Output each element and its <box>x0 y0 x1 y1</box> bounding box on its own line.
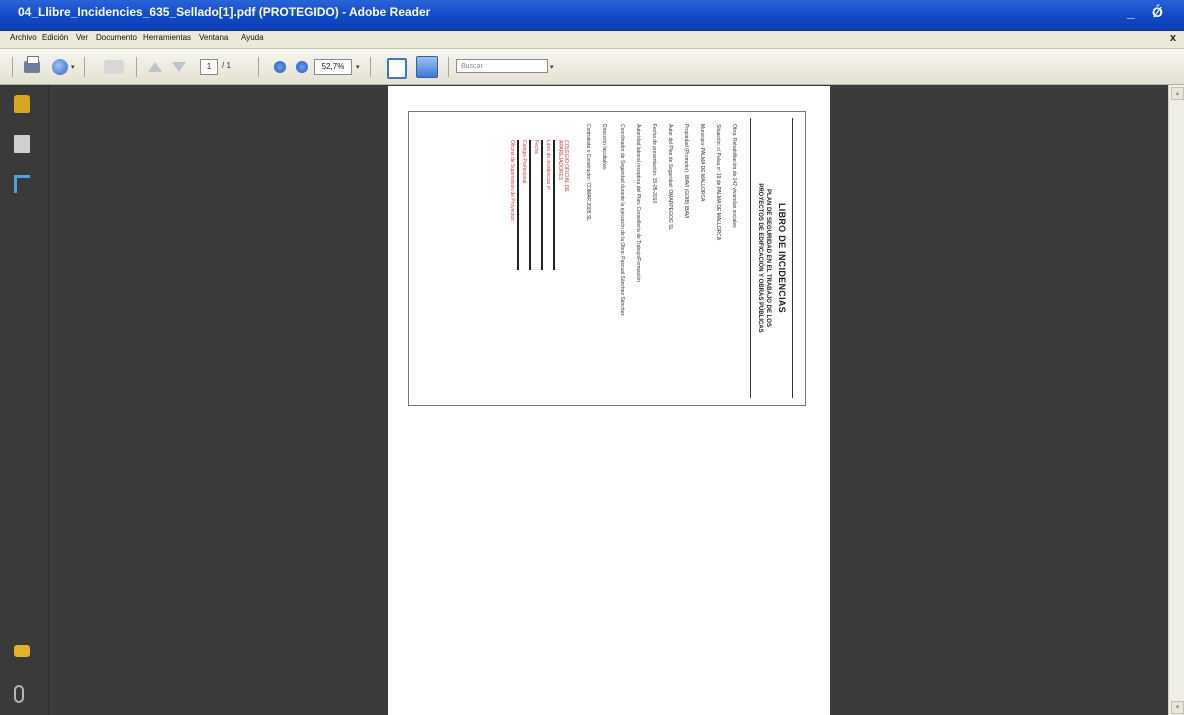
line-propiedad: Propiedad (Promotor): IBAVI (GOIB) IBAVI <box>683 124 689 219</box>
toolbar: ▾ 1 / 1 52,7% ▾ Buscar ▾ <box>0 49 1184 85</box>
navigation-sidebar <box>0 85 49 715</box>
lock-icon[interactable] <box>14 95 30 113</box>
stamp-line: Oficina de Supervisión de Proyectos <box>509 140 515 221</box>
attachments-icon[interactable] <box>14 685 24 703</box>
stamp-line: Libro de incidencias nº <box>545 140 551 191</box>
bookmarks-icon[interactable] <box>14 175 30 193</box>
zoom-in-icon[interactable] <box>296 61 308 73</box>
menu-archivo[interactable]: Archivo <box>10 33 37 42</box>
toolbar-separator <box>84 57 85 77</box>
line-obra: Obra: Rehabilitación de 142 viviendas so… <box>731 124 737 228</box>
menu-ventana[interactable]: Ventana <box>199 33 228 42</box>
title-bar: 04_Llibre_Incidencies_635_Sellado[1].pdf… <box>0 0 1184 31</box>
page-number-input[interactable]: 1 <box>200 59 218 75</box>
bottom-rule <box>750 118 751 398</box>
page-total-label: / 1 <box>222 61 231 70</box>
toolbar-separator <box>448 57 449 77</box>
rotated-document-text: LIBRO DE INCIDENCIAS PLAN DE SEGURIDAD E… <box>417 118 797 398</box>
stamp-line: APAREJADORES <box>557 140 563 181</box>
menu-ver[interactable]: Ver <box>76 33 88 42</box>
scroll-up-button[interactable]: ▴ <box>1171 87 1184 100</box>
stamp-line: COLEGIO OFICIAL DE <box>563 140 569 192</box>
stamp-rule <box>541 140 543 270</box>
line-situacion: Situación: c/ Palau nº 19 de PALMA DE MA… <box>715 124 721 241</box>
vertical-scrollbar[interactable]: ▴ ▾ <box>1168 85 1184 715</box>
zoom-field[interactable]: 52,7% <box>314 59 352 75</box>
document-content: LIBRO DE INCIDENCIAS PLAN DE SEGURIDAD E… <box>408 111 806 406</box>
stamp-line: Colegio Profesional <box>521 140 527 184</box>
seal-stamp: COLEGIO OFICIAL DE APAREJADORES Libro de… <box>509 140 569 270</box>
window-title: 04_Llibre_Incidencies_635_Sellado[1].pdf… <box>18 5 431 19</box>
menu-documento[interactable]: Documento <box>96 33 137 42</box>
scroll-down-button[interactable]: ▾ <box>1171 701 1184 714</box>
pages-icon[interactable] <box>14 135 30 153</box>
menu-edicion[interactable]: Edición <box>42 33 68 42</box>
toolbar-separator <box>136 57 137 77</box>
minimize-button[interactable]: _ <box>1127 4 1135 20</box>
fit-width-icon[interactable] <box>387 58 407 79</box>
pdf-page: LIBRO DE INCIDENCIAS PLAN DE SEGURIDAD E… <box>388 86 830 715</box>
menu-bar: Archivo Edición Ver Documento Herramient… <box>0 31 1184 49</box>
zoom-out-icon[interactable] <box>274 61 286 73</box>
document-subtitle-2: PROYECTOS DE EDIFICACIÓN Y OBRAS PÚBLICA… <box>757 183 763 333</box>
email-icon[interactable] <box>52 59 68 75</box>
document-subtitle-1: PLAN DE SEGURIDAD EN EL TRABAJO DE LOS <box>765 189 771 327</box>
line-contratista: Contratista o Constructor: COMAR 2005 SL <box>585 124 591 221</box>
stamp-rule <box>529 140 531 270</box>
menu-ayuda[interactable]: Ayuda <box>241 33 264 42</box>
line-autor: Autor del Plan de Seguridad: OMARPEGOG S… <box>667 124 673 231</box>
line-coordinador: Coordinador de Seguridad durante la ejec… <box>619 124 625 316</box>
toolbar-separator <box>370 57 371 77</box>
menu-herramientas[interactable]: Herramientas <box>143 33 191 42</box>
document-title: LIBRO DE INCIDENCIAS <box>777 202 787 313</box>
zoom-dropdown-caret[interactable]: ▾ <box>356 63 360 81</box>
stamp-rule <box>517 140 519 270</box>
close-document-button[interactable]: x <box>1170 32 1176 44</box>
search-input[interactable]: Buscar <box>456 59 548 73</box>
search-dropdown-caret[interactable]: ▾ <box>550 63 554 81</box>
top-rule <box>792 118 793 398</box>
stamp-rule <box>553 140 555 270</box>
previous-page-icon[interactable] <box>148 62 162 72</box>
line-direccion: Dirección facultativa: <box>601 124 607 171</box>
toolbar-separator <box>258 57 259 77</box>
hand-tool-icon[interactable] <box>104 60 124 74</box>
fit-page-icon[interactable] <box>416 56 438 78</box>
print-icon[interactable] <box>24 56 40 73</box>
email-dropdown-caret[interactable]: ▾ <box>71 63 75 81</box>
next-page-icon[interactable] <box>172 62 186 72</box>
line-autoridad: Autoridad laboral receptora del Plan: Co… <box>635 124 641 282</box>
comments-icon[interactable] <box>14 645 30 657</box>
stamp-line: Fecha <box>533 140 539 154</box>
line-fecha: Fecha de presentación: 15-05-2010 <box>651 124 657 204</box>
line-municipio: Municipio: PALMA DE MALLORCA <box>699 124 705 202</box>
toolbar-separator <box>12 57 13 77</box>
restore-button[interactable]: Ǿ <box>1152 4 1163 20</box>
